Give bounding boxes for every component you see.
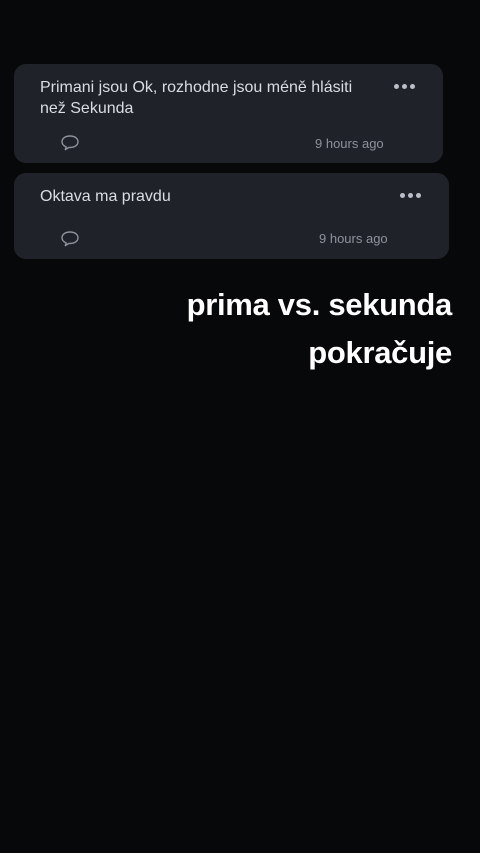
- comment-bubble-icon[interactable]: [60, 230, 80, 248]
- more-options-icon[interactable]: [394, 84, 415, 89]
- comment-timestamp: 9 hours ago: [319, 231, 388, 246]
- comment-text: Primani jsou Ok, rozhodne jsou méně hlás…: [40, 79, 353, 117]
- comment-bubble-icon[interactable]: [60, 134, 80, 152]
- comment-card: Primani jsou Ok, rozhodne jsou méně hlás…: [14, 64, 443, 163]
- comment-timestamp: 9 hours ago: [315, 136, 384, 151]
- story-caption-line-1: prima vs. sekunda: [186, 287, 453, 322]
- story-screen: { "comments": [ { "text": "Primani jsou …: [0, 0, 480, 853]
- more-options-icon[interactable]: [400, 193, 421, 198]
- story-caption-line-2: pokračuje: [308, 335, 452, 370]
- comment-card: Oktava ma pravdu 9 hours ago: [14, 173, 449, 259]
- comment-text: Oktava ma pravdu: [40, 188, 171, 205]
